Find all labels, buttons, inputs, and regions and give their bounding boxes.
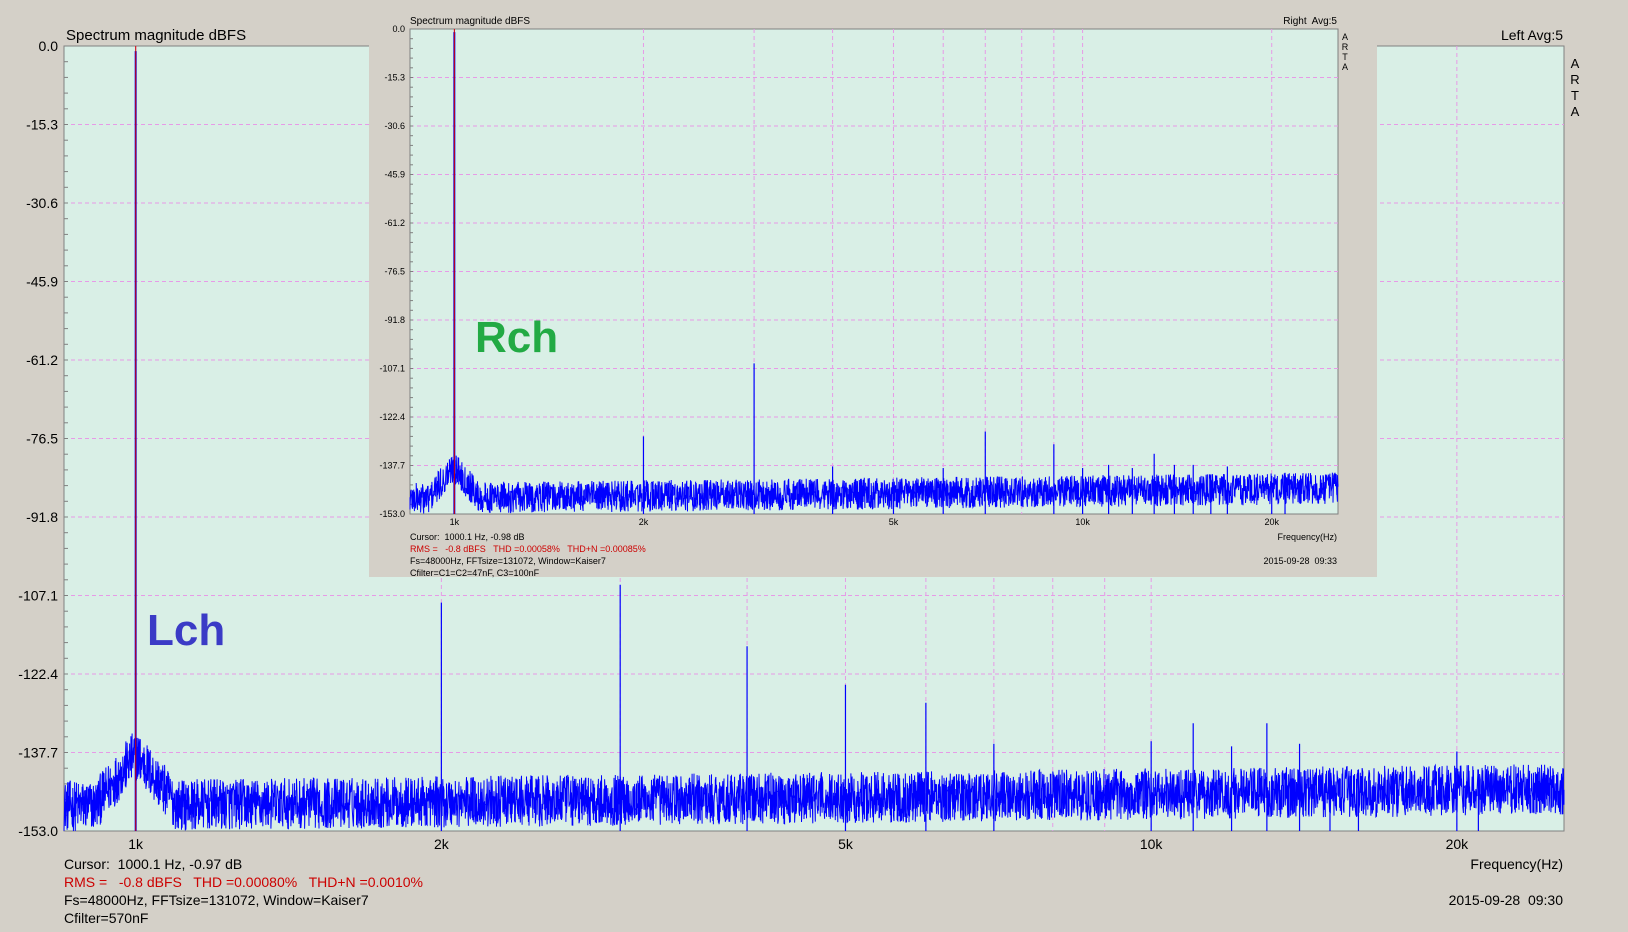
y-tick-label: -15.3 bbox=[384, 73, 405, 83]
x-tick-label: 1k bbox=[128, 836, 144, 852]
main-cursor-readout: Cursor: 1000.1 Hz, -0.97 dB bbox=[64, 856, 242, 872]
y-tick-label: -76.5 bbox=[26, 430, 58, 446]
y-tick-label: -107.1 bbox=[379, 364, 405, 374]
y-tick-label: -122.4 bbox=[379, 412, 405, 422]
inset-chart-title: Spectrum magnitude dBFS bbox=[410, 16, 530, 27]
inset-cfilter-readout: Cfilter=C1=C2=47nF, C3=100nF bbox=[410, 568, 540, 578]
inset-channel-label: Rch bbox=[475, 313, 558, 362]
main-timestamp: 2015-09-28 09:30 bbox=[1449, 892, 1564, 908]
main-chart-title: Spectrum magnitude dBFS bbox=[66, 27, 246, 44]
x-tick-label: 10k bbox=[1140, 836, 1164, 852]
y-tick-label: -15.3 bbox=[26, 116, 58, 132]
y-tick-label: -137.7 bbox=[18, 744, 58, 760]
y-tick-label: -137.7 bbox=[379, 461, 405, 471]
y-tick-label: -153.0 bbox=[18, 823, 58, 839]
y-tick-label: -91.8 bbox=[26, 509, 58, 525]
x-tick-label: 2k bbox=[639, 517, 649, 527]
main-cfilter-readout: Cfilter=570nF bbox=[64, 910, 148, 926]
main-channel-label: Lch bbox=[147, 606, 225, 655]
y-tick-label: -76.5 bbox=[384, 267, 405, 277]
x-tick-label: 1k bbox=[450, 517, 460, 527]
y-tick-label: -61.2 bbox=[384, 218, 405, 228]
y-tick-label: 0.0 bbox=[392, 24, 405, 34]
main-fs-readout: Fs=48000Hz, FFTsize=131072, Window=Kaise… bbox=[64, 892, 369, 908]
x-tick-label: 2k bbox=[434, 836, 450, 852]
x-tick-label: 5k bbox=[889, 517, 899, 527]
main-spectrum-chart: Spectrum magnitude dBFS Left Avg:5 ARTA … bbox=[18, 15, 1583, 926]
y-tick-label: 0.0 bbox=[39, 38, 59, 54]
x-tick-label: 10k bbox=[1075, 517, 1090, 527]
inset-brand: ARTA bbox=[1340, 32, 1350, 72]
main-rms-readout: RMS = -0.8 dBFS THD =0.00080% THD+N =0.0… bbox=[64, 874, 423, 890]
x-tick-label: 20k bbox=[1446, 836, 1470, 852]
y-tick-label: -61.2 bbox=[26, 352, 58, 368]
inset-window: Spectrum magnitude dBFS Right Avg:5 ARTA… bbox=[369, 15, 1377, 578]
main-channel-info: Left Avg:5 bbox=[1501, 27, 1563, 43]
inset-rms-readout: RMS = -0.8 dBFS THD =0.00058% THD+N =0.0… bbox=[410, 544, 646, 554]
y-tick-label: -45.9 bbox=[26, 273, 58, 289]
y-tick-label: -45.9 bbox=[384, 170, 405, 180]
inset-fs-readout: Fs=48000Hz, FFTsize=131072, Window=Kaise… bbox=[410, 556, 606, 566]
x-tick-label: 20k bbox=[1264, 517, 1279, 527]
inset-cursor-readout: Cursor: 1000.1 Hz, -0.98 dB bbox=[410, 532, 525, 542]
main-xlabel: Frequency(Hz) bbox=[1470, 856, 1563, 872]
inset-timestamp: 2015-09-28 09:33 bbox=[1263, 556, 1337, 566]
x-tick-label: 5k bbox=[838, 836, 854, 852]
inset-xlabel: Frequency(Hz) bbox=[1277, 532, 1337, 542]
y-tick-label: -107.1 bbox=[18, 587, 58, 603]
inset-channel-info: Right Avg:5 bbox=[1283, 16, 1337, 27]
y-tick-label: -91.8 bbox=[384, 315, 405, 325]
y-tick-label: -153.0 bbox=[379, 509, 405, 519]
main-brand: ARTA bbox=[1568, 56, 1583, 120]
y-tick-label: -30.6 bbox=[26, 195, 58, 211]
y-tick-label: -30.6 bbox=[384, 121, 405, 131]
y-tick-label: -122.4 bbox=[18, 666, 58, 682]
